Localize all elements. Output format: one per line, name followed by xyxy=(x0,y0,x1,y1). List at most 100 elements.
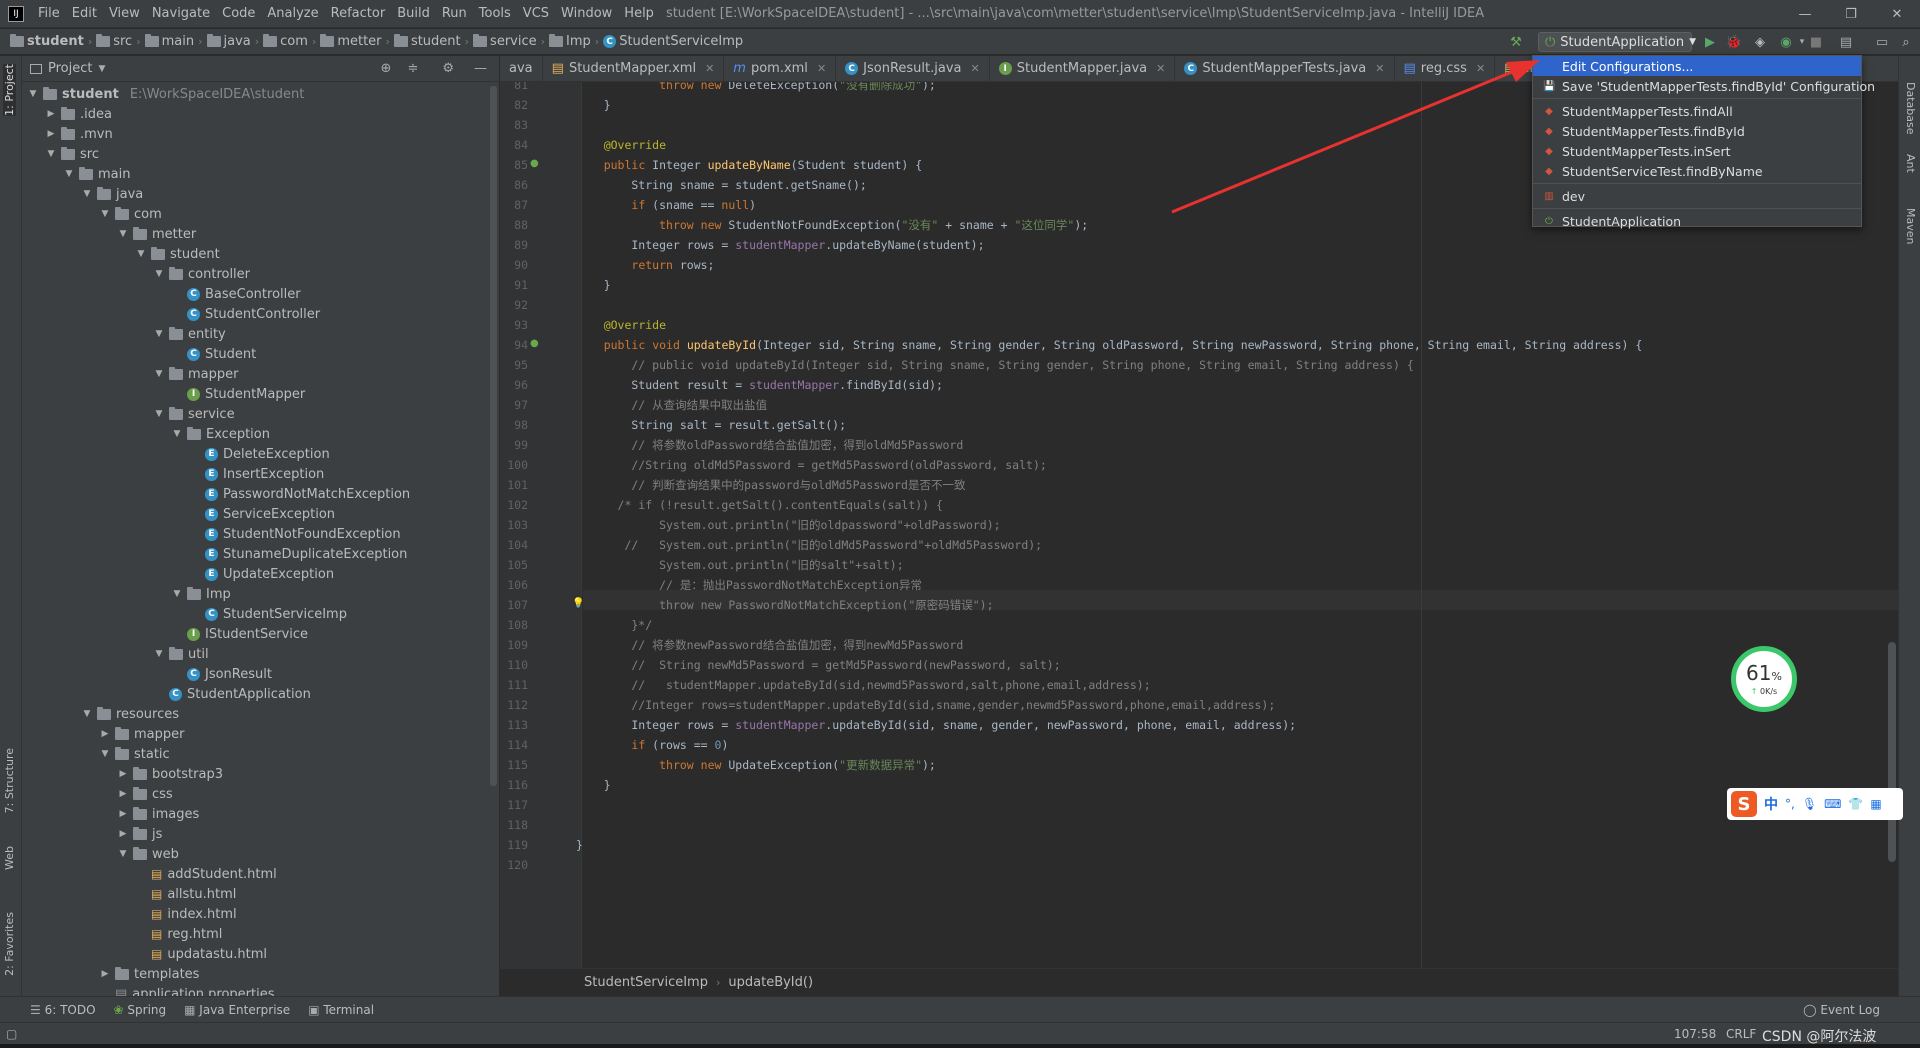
tree-item[interactable]: ▼ Exception xyxy=(22,424,499,444)
skin-icon[interactable]: 👕 xyxy=(1848,797,1863,811)
menu-build[interactable]: Build xyxy=(391,6,436,21)
toolbox-icon[interactable]: ▦ xyxy=(1870,797,1881,811)
code-line[interactable]: return rows; xyxy=(576,255,714,275)
event-log-button[interactable]: ◯ Event Log xyxy=(1803,1003,1880,1017)
breadcrumb-item[interactable]: Imp xyxy=(545,34,595,49)
tree-item[interactable]: ▤ index.html xyxy=(22,904,499,924)
tree-item[interactable]: I IStudentService xyxy=(22,624,499,644)
project-panel-title[interactable]: Project xyxy=(48,61,92,76)
expanded-icon[interactable]: ▼ xyxy=(118,229,128,239)
code-line[interactable]: @Override xyxy=(576,135,666,155)
coverage-icon[interactable]: ◈ xyxy=(1752,34,1768,50)
expanded-icon[interactable]: ▼ xyxy=(82,709,92,719)
breadcrumb-item[interactable]: main xyxy=(141,34,198,49)
expanded-icon[interactable]: ▼ xyxy=(82,189,92,199)
code-line[interactable]: //Integer rows=studentMapper.updateById(… xyxy=(576,695,1275,715)
tree-item[interactable]: E DeleteException xyxy=(22,444,499,464)
breadcrumb-item[interactable]: student xyxy=(6,34,88,49)
menu-code[interactable]: Code xyxy=(216,6,261,21)
code-line[interactable]: if (sname == null) xyxy=(576,195,756,215)
tree-item[interactable]: ▤ reg.html xyxy=(22,924,499,944)
code-line[interactable]: String sname = student.getSname(); xyxy=(576,175,866,195)
tree-item[interactable]: C StudentController xyxy=(22,304,499,324)
minimize-icon[interactable]: — xyxy=(1782,0,1828,28)
override-icon[interactable]: ● xyxy=(530,158,539,169)
editor-tab[interactable]: ava xyxy=(500,56,543,81)
close-tab-icon[interactable]: ✕ xyxy=(1156,62,1165,75)
collapsed-icon[interactable]: ▶ xyxy=(118,809,128,819)
expanded-icon[interactable]: ▼ xyxy=(100,209,110,219)
expanded-icon[interactable]: ▼ xyxy=(100,749,110,759)
ime-language[interactable]: 中 xyxy=(1764,794,1778,814)
tab-project[interactable]: 1: Project xyxy=(3,64,16,116)
punctuation-icon[interactable]: °, xyxy=(1785,797,1795,811)
code-line[interactable]: throw new UpdateException("更新数据异常"); xyxy=(576,755,936,775)
expanded-icon[interactable]: ▼ xyxy=(154,369,164,379)
project-structure-icon[interactable]: ▤ xyxy=(1838,34,1854,50)
code-line[interactable]: throw new DeleteException("没有删除成功"); xyxy=(576,82,936,95)
tree-item[interactable]: E StunameDuplicateException xyxy=(22,544,499,564)
tool-java-enterprise[interactable]: ▦ Java Enterprise xyxy=(184,1003,290,1017)
collapse-all-icon[interactable]: ≑ xyxy=(407,61,418,76)
tree-item[interactable]: ▤ addStudent.html xyxy=(22,864,499,884)
expanded-icon[interactable]: ▼ xyxy=(154,329,164,339)
tab-ant[interactable]: Ant xyxy=(1904,154,1917,173)
microphone-icon[interactable]: 🎙 xyxy=(1802,797,1817,811)
tree-item[interactable]: E UpdateException xyxy=(22,564,499,584)
expanded-icon[interactable]: ▼ xyxy=(154,409,164,419)
code-line[interactable]: }*/ xyxy=(576,615,652,635)
tool-spring[interactable]: ❀ Spring xyxy=(114,1003,167,1017)
code-line[interactable]: // 是：抛出PasswordNotMatchException异常 xyxy=(576,575,922,595)
hammer-build-icon[interactable]: ⚒ xyxy=(1508,34,1524,50)
collapsed-icon[interactable]: ▶ xyxy=(118,769,128,779)
tree-item[interactable]: ▼ student E:\WorkSpaceIDEA\student xyxy=(22,84,499,104)
tab-structure[interactable]: 7: Structure xyxy=(3,748,16,813)
tree-item[interactable]: C StudentApplication xyxy=(22,684,499,704)
code-line[interactable]: @Override xyxy=(576,315,666,335)
collapsed-icon[interactable]: ▶ xyxy=(118,789,128,799)
code-line[interactable]: // public void updateById(Integer sid, S… xyxy=(576,355,1413,375)
tree-item[interactable]: I StudentMapper xyxy=(22,384,499,404)
layout-icon[interactable]: ▭ xyxy=(1874,34,1890,50)
tree-item[interactable]: E PasswordNotMatchException xyxy=(22,484,499,504)
breadcrumb-item[interactable]: metter xyxy=(316,34,385,49)
tree-item[interactable]: E StudentNotFoundException xyxy=(22,524,499,544)
run-menu-item[interactable]: 💾 Save 'StudentMapperTests.findById' Conf… xyxy=(1533,76,1875,96)
collapsed-icon[interactable]: ▶ xyxy=(100,969,110,979)
tree-item[interactable]: C StudentServiceImp xyxy=(22,604,499,624)
code-line[interactable]: // studentMapper.updateById(sid,newmd5Pa… xyxy=(576,675,1150,695)
breadcrumb-item[interactable]: C StudentServiceImp xyxy=(599,34,747,49)
tree-item[interactable]: C BaseController xyxy=(22,284,499,304)
expanded-icon[interactable]: ▼ xyxy=(28,89,38,99)
breadcrumb-method[interactable]: updateById() xyxy=(728,975,813,990)
caret-position[interactable]: 107:58 xyxy=(1674,1027,1716,1041)
expanded-icon[interactable]: ▼ xyxy=(172,429,182,439)
gear-icon[interactable]: ⚙ xyxy=(442,61,454,76)
breadcrumb-item[interactable]: com xyxy=(259,34,312,49)
code-line[interactable]: // String newMd5Password = getMd5Passwor… xyxy=(576,655,1060,675)
tree-item[interactable]: ▼ resources xyxy=(22,704,499,724)
collapsed-icon[interactable]: ▶ xyxy=(46,129,56,139)
tree-item[interactable]: ▼ web xyxy=(22,844,499,864)
tree-item[interactable]: ▼ util xyxy=(22,644,499,664)
code-line[interactable]: //String oldMd5Password = getMd5Password… xyxy=(576,455,1046,475)
menu-help[interactable]: Help xyxy=(618,6,660,21)
editor-tab[interactable]: m pom.xml ✕ xyxy=(724,56,837,81)
expanded-icon[interactable]: ▼ xyxy=(46,149,56,159)
tree-item[interactable]: ▶ css xyxy=(22,784,499,804)
run-menu-item[interactable]: ◆ StudentMapperTests.findAll xyxy=(1533,101,1861,121)
tree-item[interactable]: ▼ main xyxy=(22,164,499,184)
tab-database[interactable]: Database xyxy=(1904,82,1917,135)
ime-toolbar[interactable]: S 中 °, 🎙 ⌨ 👕 ▦ xyxy=(1727,788,1903,820)
tree-item[interactable]: ▼ metter xyxy=(22,224,499,244)
tree-item[interactable]: ▼ java xyxy=(22,184,499,204)
chevron-down-icon[interactable]: ▼ xyxy=(98,64,105,74)
tree-item[interactable]: ▶ js xyxy=(22,824,499,844)
code-line[interactable]: System.out.println("旧的salt"+salt); xyxy=(576,555,904,575)
tree-item[interactable]: C Student xyxy=(22,344,499,364)
stop-icon[interactable]: ■ xyxy=(1808,34,1824,50)
tree-item[interactable]: ▼ mapper xyxy=(22,364,499,384)
restore-icon[interactable]: ❐ xyxy=(1828,0,1874,28)
breadcrumb-item[interactable]: student xyxy=(390,34,465,49)
tree-item[interactable]: ▤ application.properties xyxy=(22,984,499,997)
